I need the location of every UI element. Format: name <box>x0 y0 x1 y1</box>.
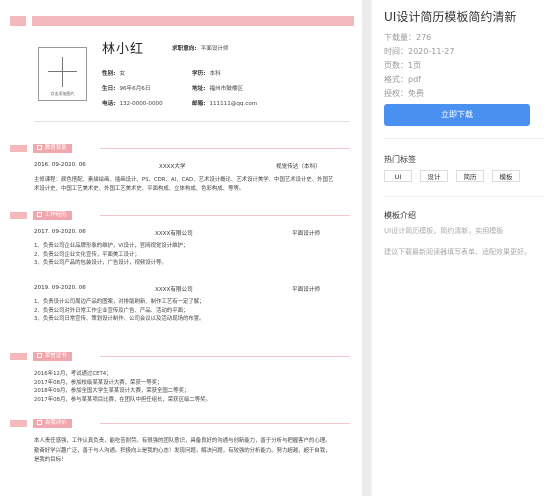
section-title: 自我评价 <box>33 419 72 428</box>
section-title: 荣誉证书 <box>33 352 72 361</box>
education-major: 视觉传达（本科） <box>276 164 321 170</box>
section-title: 教育背景 <box>33 144 72 153</box>
education-level-info: 学历: 本科 <box>192 71 221 77</box>
work-company: XXXX有限公司 <box>155 231 193 237</box>
panel-divider <box>384 196 544 197</box>
work-role: 平面设计师 <box>292 231 320 237</box>
intro-heading: 模板介绍 <box>384 211 416 220</box>
section-title: 工作经历 <box>33 211 72 220</box>
photo-label: 点击添加图片 <box>50 91 75 96</box>
section-tick <box>10 212 27 219</box>
user-icon <box>37 420 42 425</box>
tag-design[interactable]: 设计 <box>420 170 448 182</box>
section-tick <box>10 353 27 360</box>
intro-text: UI设计简历模板，简约清新，实用模板 <box>384 227 504 235</box>
education-period: 2016. 09-2020. 06 <box>34 162 86 168</box>
work-period: 2017. 09-2020. 06 <box>34 229 86 235</box>
self-eval-text: 本人责任感强，工作认真负责，能吃苦耐劳。有很强的团队意识，具备良好的沟通与创新能… <box>34 438 331 463</box>
graduation-icon <box>37 145 42 150</box>
section-line <box>100 356 350 357</box>
header-divider <box>34 121 350 122</box>
download-count: 下载量：276 <box>384 33 432 42</box>
birthday-info: 生日: 96年6月6日 <box>102 86 151 92</box>
tag-template[interactable]: 模板 <box>492 170 520 182</box>
template-title: UI设计简历模板简约清新 <box>384 10 517 24</box>
section-line <box>100 215 350 216</box>
download-button[interactable]: 立即下载 <box>384 104 530 126</box>
photo-placeholder[interactable]: 点击添加图片 <box>38 47 87 101</box>
publish-date: 时间：2020-11-27 <box>384 47 455 56</box>
job-intent-info: 求职意向: 平面设计师 <box>172 46 229 52</box>
license-info: 授权：免费 <box>384 89 424 98</box>
work-company: XXXX有限公司 <box>155 287 193 293</box>
work-duties-2: 1、负责设计公司周边产品的图案，对排版刷新、制作工艺有一定了解； 2、负责公司对… <box>34 299 205 322</box>
section-tick <box>10 420 27 427</box>
resume-preview: 点击添加图片 林小红 性别: 女 生日: 96年6月6日 电话: 132-0000-0… <box>0 0 362 496</box>
panel-divider <box>384 138 544 139</box>
work-period: 2019. 09-2020. 06 <box>34 285 86 291</box>
education-school: XXXX大学 <box>159 164 186 170</box>
section-line <box>100 423 350 424</box>
phone-info: 电话: 132-0000-0000 <box>102 101 163 107</box>
section-work: 工作经历 <box>10 211 350 220</box>
section-line <box>100 148 350 149</box>
header-accent-bar <box>32 16 354 26</box>
work-duties-1: 1、负责公司企业品牌形象的维护，VI设计，官网视觉设计维护； 2、负责公司企业文… <box>34 243 189 266</box>
candidate-name: 林小红 <box>102 42 145 57</box>
address-info: 地址: 福州市鼓楼区 <box>192 86 244 92</box>
template-info-panel: UI设计简历模板简约清新 下载量：276 时间：2020-11-27 页数：1页… <box>372 0 554 496</box>
certificates-list: 2016年12月，考试通过CET4； 2017年08月，参加校级某某设计大赛，荣… <box>34 371 211 403</box>
tag-resume[interactable]: 简历 <box>456 170 484 182</box>
gender-info: 性别: 女 <box>102 71 126 77</box>
preview-scrollbar[interactable] <box>362 0 370 496</box>
work-role: 平面设计师 <box>292 287 320 293</box>
header-accent-small <box>10 16 26 26</box>
file-format: 格式：pdf <box>384 75 421 84</box>
reader-hint: 建议下载最新阅读器填写表单、适配效果更好。 <box>384 248 531 256</box>
section-certificates: 荣誉证书 <box>10 352 350 361</box>
email-info: 邮箱: 111111@qq.com <box>192 101 258 107</box>
section-self-eval: 自我评价 <box>10 419 350 428</box>
award-icon <box>37 353 42 358</box>
page-count: 页数：1页 <box>384 61 422 70</box>
plus-icon-horizontal <box>48 71 77 72</box>
section-education: 教育背景 <box>10 144 350 153</box>
plus-icon-vertical <box>62 57 63 87</box>
education-courses: 主修课程：颜色搭配、素描绘画、插画设计、PS、CDR、AI、CAD、艺术设计概论… <box>34 177 334 192</box>
section-tick <box>10 145 27 152</box>
hot-tags-heading: 热门标签 <box>384 155 416 164</box>
tag-ui[interactable]: UI <box>384 170 412 182</box>
briefcase-icon <box>37 212 42 217</box>
